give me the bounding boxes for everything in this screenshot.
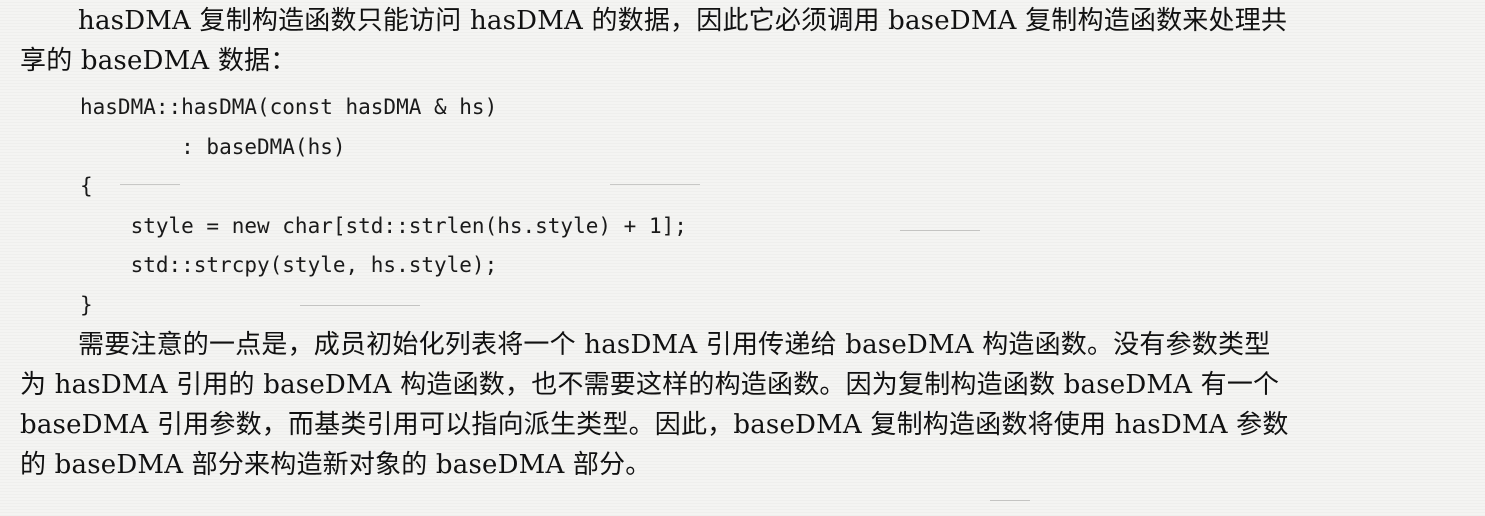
scan-artifact <box>610 184 700 185</box>
code-line: std::strcpy(style, hs.style); <box>80 253 498 277</box>
code-line: hasDMA::hasDMA(const hasDMA & hs) <box>80 95 498 119</box>
code-line: { <box>80 174 93 198</box>
document-page: hasDMA 复制构造函数只能访问 hasDMA 的数据，因此它必须调用 bas… <box>0 0 1485 516</box>
intro-paragraph: hasDMA 复制构造函数只能访问 hasDMA 的数据，因此它必须调用 bas… <box>20 1 1465 81</box>
paragraph-line: hasDMA 复制构造函数只能访问 hasDMA 的数据，因此它必须调用 bas… <box>78 6 1288 36</box>
paragraph-line: baseDMA 引用参数，而基类引用可以指向派生类型。因此，baseDMA 复制… <box>20 410 1289 440</box>
explanation-paragraph: 需要注意的一点是，成员初始化列表将一个 hasDMA 引用传递给 baseDMA… <box>20 325 1465 485</box>
paragraph-line: 的 baseDMA 部分来构造新对象的 baseDMA 部分。 <box>20 450 652 480</box>
paragraph-line: 需要注意的一点是，成员初始化列表将一个 hasDMA 引用传递给 baseDMA… <box>78 330 1271 360</box>
scan-artifact <box>900 230 980 231</box>
paragraph-line: 为 hasDMA 引用的 baseDMA 构造函数，也不需要这样的构造函数。因为… <box>20 370 1280 400</box>
code-line: : baseDMA(hs) <box>80 134 346 159</box>
paragraph-line: 享的 baseDMA 数据： <box>20 46 297 76</box>
scan-artifact <box>990 500 1030 501</box>
code-line: style = new char[std::strlen(hs.style) +… <box>80 213 687 238</box>
scan-artifact <box>120 184 180 185</box>
code-block: hasDMA::hasDMA(const hasDMA & hs) : base… <box>80 88 687 325</box>
scan-artifact <box>300 305 420 306</box>
